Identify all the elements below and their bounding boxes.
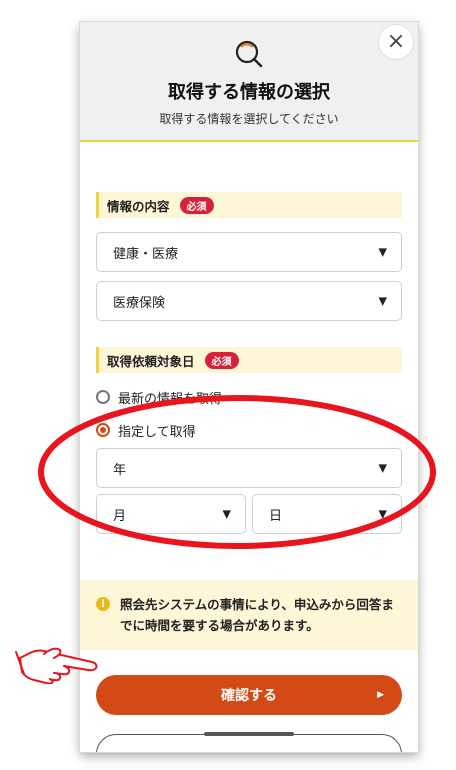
secondary-button[interactable]	[96, 734, 402, 752]
confirm-button-label: 確認する	[221, 688, 277, 704]
annotation-ellipse	[38, 395, 436, 549]
modal-header: × 取得する情報の選択 取得する情報を選択してください	[80, 22, 418, 142]
info-icon: i	[96, 597, 110, 611]
subcategory-select-value: 医療保険	[113, 295, 166, 311]
notice-box: i 照会先システムの事情により、申込みから回答までに時間を要する場合があります。	[80, 580, 418, 650]
section-label-info-content: 情報の内容 必須	[96, 192, 402, 218]
modal-sheet: × 取得する情報の選択 取得する情報を選択してください 情報の内容 必須 健康・…	[80, 22, 418, 752]
subcategory-select[interactable]: 医療保険 ▼	[96, 281, 402, 321]
section-title: 取得依頼対象日	[107, 353, 195, 369]
page-subtitle: 取得する情報を選択してください	[159, 112, 339, 126]
notice-text: 照会先システムの事情により、申込みから回答までに時間を要する場合があります。	[120, 597, 394, 633]
page-title: 取得する情報の選択	[168, 82, 330, 103]
category-select-value: 健康・医療	[113, 246, 179, 262]
section-title: 情報の内容	[107, 198, 170, 214]
chevron-down-icon: ▼	[378, 245, 387, 259]
home-indicator	[204, 732, 294, 736]
close-button[interactable]: ×	[378, 24, 414, 60]
close-icon: ×	[386, 29, 406, 54]
pointing-hand-icon	[15, 647, 98, 684]
required-badge: 必須	[179, 196, 214, 214]
category-select[interactable]: 健康・医療 ▼	[96, 232, 402, 272]
search-icon	[235, 40, 263, 68]
required-badge: 必須	[204, 351, 239, 369]
section-label-target-date: 取得依頼対象日 必須	[96, 347, 402, 373]
chevron-down-icon: ▼	[378, 294, 387, 308]
confirm-button[interactable]: 確認する ▶	[96, 675, 402, 715]
arrow-right-icon: ▶	[377, 690, 384, 700]
